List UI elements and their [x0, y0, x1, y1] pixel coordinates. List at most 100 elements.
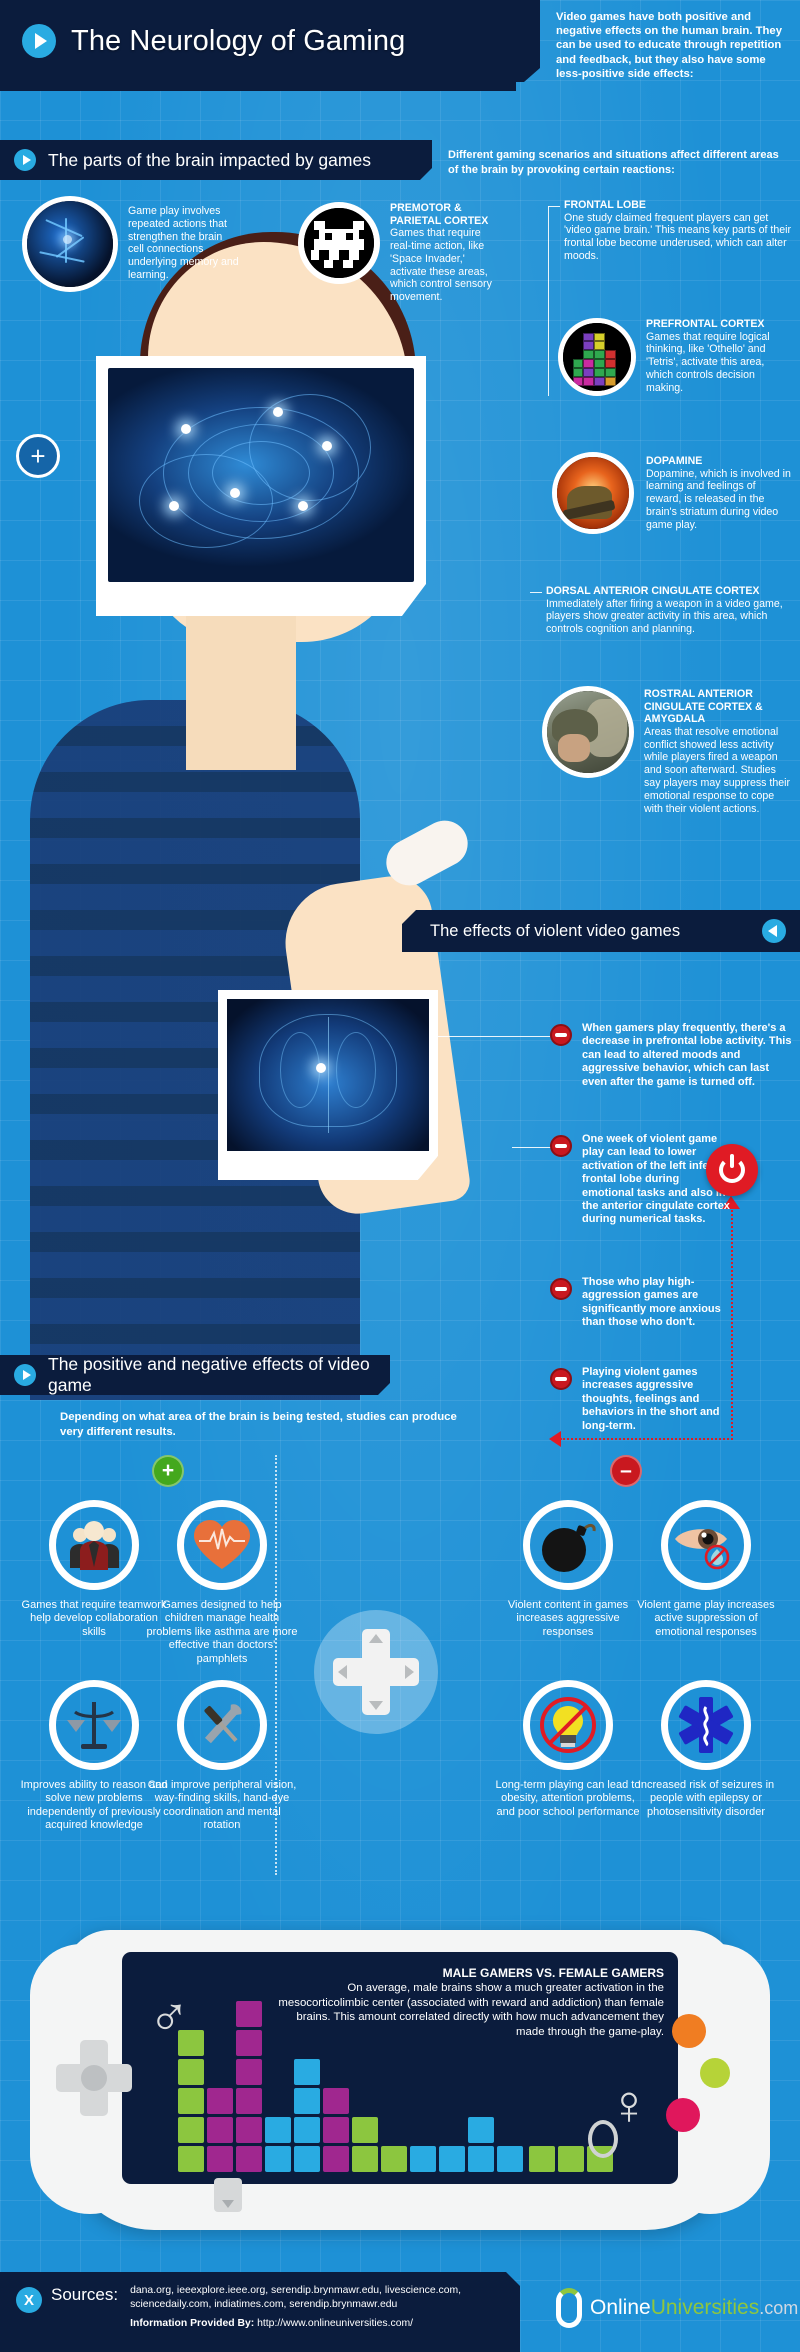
callout-rostral-text: ROSTRAL ANTERIOR CINGULATE CORTEX & AMYG… [644, 688, 794, 815]
leader-line-violent-2 [512, 1147, 552, 1148]
dpad-down-icon [369, 1701, 383, 1710]
callout-title: DORSAL ANTERIOR CINGULATE CORTEX [546, 585, 760, 597]
bar-cell [439, 2146, 465, 2172]
bar-column [468, 2117, 494, 2172]
provided-by-url[interactable]: http://www.onlineuniversities.com/ [257, 2318, 413, 2329]
bar-cell [178, 2146, 204, 2172]
x-badge-icon: X [16, 2287, 42, 2313]
site-logo[interactable]: OnlineUniversities.com [556, 2288, 798, 2328]
bar-cell [558, 2146, 584, 2172]
dpad-up-icon [369, 1634, 383, 1643]
violent-point-text: Those who play high-aggression games are… [582, 1276, 721, 1329]
section-title-posneg: The positive and negative effects of vid… [48, 1354, 370, 1395]
bar-cell [529, 2146, 555, 2172]
play-back-icon [762, 919, 786, 943]
bomb-icon [523, 1500, 613, 1590]
bar-cell [178, 2117, 204, 2143]
scales-balance-icon [49, 1680, 139, 1770]
play-icon [14, 149, 36, 171]
section-banner-posneg: The positive and negative effects of vid… [0, 1355, 390, 1395]
game-screenshot-icon [552, 452, 634, 534]
console-button-pink [666, 2098, 700, 2132]
bar-column [265, 2117, 291, 2172]
dpad-right-icon [405, 1665, 414, 1679]
bar-cell [207, 2146, 233, 2172]
callout-body: Areas that resolve emotional conflict sh… [644, 725, 791, 815]
bar-cell [294, 2088, 320, 2114]
dpad-left-icon [338, 1665, 347, 1679]
positive-effect-2: Games designed to help children manage h… [146, 1500, 298, 1666]
bar-cell [207, 2117, 233, 2143]
brain-scan-panel [96, 356, 426, 616]
callout-body: Games that require logical thinking, lik… [646, 330, 770, 394]
play-icon [22, 24, 56, 58]
bar-column [439, 2146, 465, 2172]
bar-column [294, 2059, 320, 2172]
bar-cell [468, 2146, 494, 2172]
violent-brain-scan-panel [218, 990, 438, 1180]
console-small-button [214, 2178, 242, 2212]
minus-badge-icon [550, 1024, 572, 1046]
section-banner-violent: The effects of violent video games [402, 910, 800, 952]
callout-body: Game play involves repeated actions that… [128, 205, 239, 281]
negative-effect-1: Violent content in games increases aggre… [492, 1500, 644, 1639]
bar-cell [236, 2146, 262, 2172]
header-bar: The Neurology of Gaming [0, 0, 540, 82]
positive-effect-caption: Can improve peripheral vision, way-findi… [147, 1779, 297, 1832]
power-button-icon [706, 1144, 758, 1196]
neuron-icon [22, 196, 118, 292]
soldier-photo-icon [542, 686, 634, 778]
star-of-life-icon [661, 1680, 751, 1770]
callout-body: Games that require real-time action, lik… [390, 227, 492, 304]
logo-mark-icon [556, 2288, 582, 2328]
dpad-decoration [314, 1610, 438, 1734]
callout-body: One study claimed frequent players can g… [564, 211, 792, 262]
arrow-left-icon [549, 1431, 561, 1447]
minus-badge-icon [550, 1278, 572, 1300]
team-people-icon [49, 1500, 139, 1590]
bar-cell [352, 2117, 378, 2143]
bar-column [178, 2030, 204, 2172]
bar-chart [178, 2001, 613, 2172]
bar-cell [323, 2146, 349, 2172]
bar-column [236, 2001, 262, 2172]
callout-dopamine-text: DOPAMINE Dopamine, which is involved in … [646, 455, 792, 532]
callout-neuron-text: Game play involves repeated actions that… [128, 205, 240, 282]
bar-cell [265, 2117, 291, 2143]
section-title-violent: The effects of violent video games [430, 921, 681, 940]
leader-tick-dorsal [530, 592, 542, 593]
bar-column [323, 2088, 349, 2172]
footer-sources: X Sources: dana.org, ieeexplore.ieee.org… [0, 2272, 520, 2352]
header-nub [0, 82, 516, 91]
leader-line-violent-1 [438, 1036, 550, 1037]
callout-prefrontal-text: PREFRONTAL CORTEX Games that require log… [646, 318, 792, 395]
bar-cell [236, 2117, 262, 2143]
negative-effect-2: Violent game play increases active suppr… [630, 1500, 782, 1639]
negative-effect-4: Increased risk of seizures in people wit… [630, 1680, 782, 1819]
positive-effect-caption: Games designed to help children manage h… [146, 1599, 298, 1665]
callout-title: ROSTRAL ANTERIOR CINGULATE CORTEX & AMYG… [644, 688, 763, 726]
bar-cell [468, 2117, 494, 2143]
callout-body: Dopamine, which is involved in learning … [646, 467, 791, 531]
bar-column [529, 2146, 555, 2172]
wrench-screwdriver-icon [177, 1680, 267, 1770]
console-ring-decoration [588, 2120, 618, 2158]
logo-tld: .com [759, 2298, 799, 2318]
negative-effect-caption: Violent game play increases active suppr… [637, 1599, 775, 1638]
sources-label: Sources: [51, 2285, 119, 2304]
eye-no-tear-icon [661, 1500, 751, 1590]
bar-cell [323, 2088, 349, 2114]
plus-icon: + [152, 1455, 184, 1487]
no-lightbulb-icon [523, 1680, 613, 1770]
section-subtitle-parts: Different gaming scenarios and situation… [448, 149, 779, 176]
callout-premotor-text: PREMOTOR & PARIETAL CORTEX Games that re… [390, 202, 502, 304]
violent-brain-scan-image [227, 999, 429, 1151]
minus-badge-icon [550, 1368, 572, 1390]
bar-cell [294, 2059, 320, 2085]
header-intro-text: Video games have both positive and negat… [556, 11, 782, 80]
handheld-console: ♂ ♀ MALE GAMERS VS. FEMALE GAMERS On ave… [30, 1930, 770, 2230]
violent-point-text: Playing violent games increases aggressi… [582, 1366, 720, 1432]
bar-cell [236, 2030, 262, 2056]
play-icon [14, 1364, 36, 1386]
bar-column [410, 2146, 436, 2172]
